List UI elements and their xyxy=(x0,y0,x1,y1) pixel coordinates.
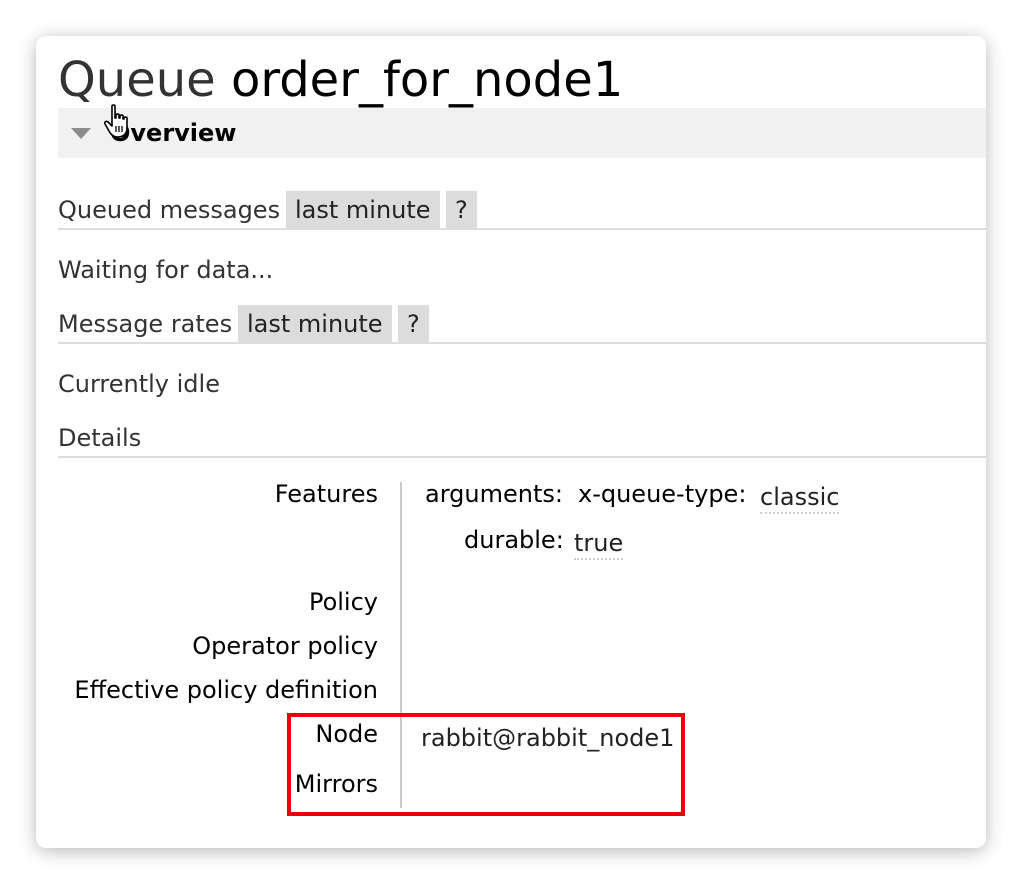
overview-section-header[interactable]: Overview xyxy=(58,108,986,158)
hand-pointer-icon xyxy=(104,104,128,138)
page-title-kind: Queue xyxy=(58,52,216,108)
operator-policy-label: Operator policy xyxy=(192,632,378,660)
triangle-down-icon[interactable] xyxy=(71,128,91,139)
details-heading: Details xyxy=(58,424,142,452)
divider xyxy=(58,228,986,230)
message-rates-help-button[interactable]: ? xyxy=(398,305,429,343)
message-rates-heading: Message rates xyxy=(58,310,233,338)
message-rates-range-selector[interactable]: last minute xyxy=(238,305,392,343)
divider xyxy=(58,342,986,344)
queue-panel: Queue order_for_node1 Overview Queued me… xyxy=(36,36,986,848)
queue-type-value[interactable]: classic xyxy=(760,482,840,514)
policy-label: Policy xyxy=(308,588,378,616)
queued-messages-range-selector[interactable]: last minute xyxy=(286,191,440,229)
divider xyxy=(58,456,986,458)
queued-messages-status: Waiting for data... xyxy=(58,256,274,284)
page-title: Queue order_for_node1 xyxy=(58,50,623,110)
durable-key: durable: xyxy=(464,526,564,554)
queued-messages-help-button[interactable]: ? xyxy=(446,191,477,229)
queued-messages-heading: Queued messages xyxy=(58,196,281,224)
node-mirrors-highlight-box xyxy=(287,713,685,816)
queue-type-key: x-queue-type: xyxy=(578,480,747,508)
features-label: Features xyxy=(274,480,378,508)
arguments-key: arguments: xyxy=(425,480,563,508)
durable-value[interactable]: true xyxy=(574,528,624,560)
effective-policy-label: Effective policy definition xyxy=(74,676,378,704)
page-title-queue-name: order_for_node1 xyxy=(230,52,624,108)
message-rates-status: Currently idle xyxy=(58,370,220,398)
